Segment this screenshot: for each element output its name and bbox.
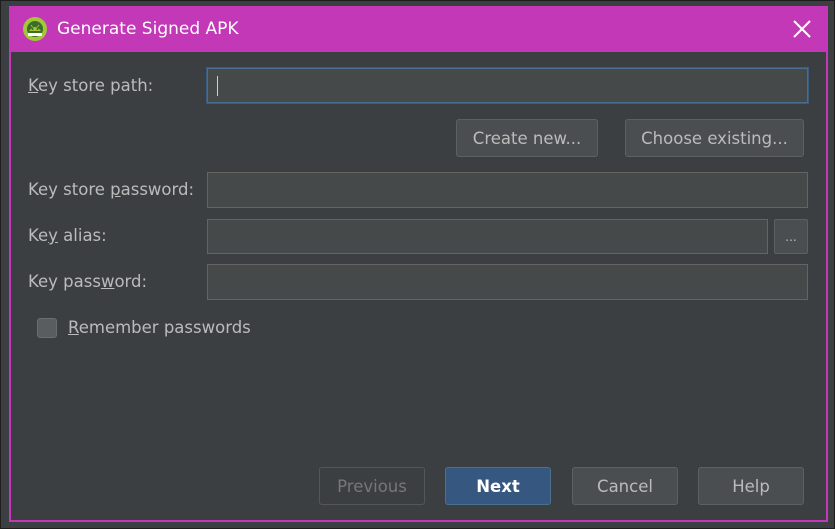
text-caret [217,76,218,96]
dialog-title: Generate Signed APK [57,19,239,39]
help-button[interactable]: Help [698,467,804,505]
create-new-button[interactable]: Create new... [456,119,598,157]
key-alias-browse-button[interactable]: ... [774,219,808,254]
close-icon[interactable] [790,17,814,41]
key-store-path-field[interactable] [207,68,808,103]
key-store-password-field[interactable] [207,172,808,208]
key-password-input[interactable] [208,265,807,299]
window-border-bottom [9,520,828,522]
key-store-path-label: Key store path: [28,76,154,95]
android-studio-icon [21,15,49,43]
key-password-label: Key password: [28,272,148,291]
key-alias-label: Key alias: [28,226,107,245]
key-store-password-input[interactable] [208,173,807,207]
window-border-right [826,52,828,522]
remember-passwords-label[interactable]: Remember passwords [68,318,251,337]
window-border-left [9,52,11,522]
key-alias-field[interactable] [207,219,768,254]
key-password-field[interactable] [207,264,808,300]
key-store-path-input[interactable] [208,69,807,102]
cancel-button[interactable]: Cancel [572,467,678,505]
key-store-password-label: Key store password: [28,180,195,199]
previous-button[interactable]: Previous [319,467,425,505]
generate-signed-apk-dialog: Generate Signed APK Key store path: Crea… [0,0,835,529]
key-alias-input[interactable] [208,220,767,253]
choose-existing-button[interactable]: Choose existing... [625,119,804,157]
remember-passwords-checkbox[interactable] [37,318,57,338]
next-button[interactable]: Next [445,467,551,505]
title-bar: Generate Signed APK [9,6,828,52]
